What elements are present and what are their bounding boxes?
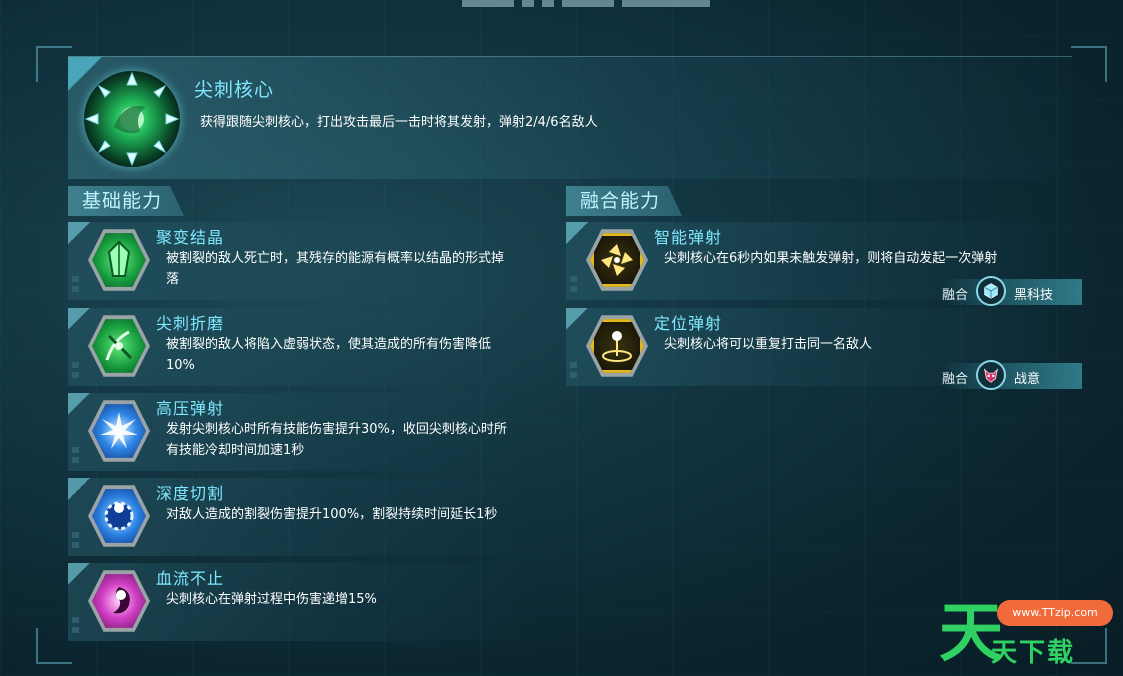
basic-abilities-label: 基础能力: [68, 186, 184, 216]
ability-icon-frame: [88, 400, 150, 462]
fusion-requirement-tag[interactable]: 融合 黑科技: [942, 276, 1082, 306]
ability-card-bleed[interactable]: 血流不止 尖刺核心在弹射过程中伤害递增15%: [68, 563, 518, 641]
ability-title: 尖刺折磨: [156, 314, 225, 333]
ability-description: 被割裂的敌人死亡时，其残存的能源有概率以结晶的形式掉落: [166, 251, 505, 287]
top-tab-bar: [462, 0, 710, 7]
ability-description: 尖刺核心将可以重复打击同一名敌人: [664, 337, 873, 352]
demon-mask-icon: [976, 360, 1006, 390]
ability-title: 血流不止: [156, 569, 225, 588]
site-watermark: 天 www.TTzip.com 天下载: [939, 596, 1119, 676]
ability-title: 深度切割: [156, 484, 225, 503]
ability-description: 发射尖刺核心时所有技能伤害提升30%，收回尖刺核心时所有技能冷却时间加速1秒: [166, 422, 507, 458]
top-tab[interactable]: [542, 0, 554, 7]
frame-corner: [36, 628, 72, 664]
top-tab[interactable]: [562, 0, 614, 7]
ability-icon-frame: [88, 229, 150, 291]
ability-icon-frame: [88, 315, 150, 377]
smart-bounce-icon: [590, 233, 644, 287]
spike-core-icon: [84, 71, 180, 167]
ability-description: 被割裂的敌人将陷入虚弱状态，使其造成的所有伤害降低10%: [166, 337, 492, 373]
decor-dots: [570, 276, 577, 292]
decor-dots: [72, 447, 79, 463]
decor-dots: [72, 617, 79, 633]
frame-corner: [1071, 46, 1107, 82]
frame-corner: [36, 46, 72, 82]
ability-icon-frame: [586, 315, 648, 377]
ability-card-crystal[interactable]: 聚变结晶 被割裂的敌人死亡时，其残存的能源有概率以结晶的形式掉落: [68, 222, 518, 300]
ability-card-deep-cut[interactable]: 深度切割 对敌人造成的割裂伤害提升100%，割裂持续时间延长1秒: [68, 478, 518, 556]
blood-vortex-icon: [92, 574, 146, 628]
ability-icon-frame: [88, 570, 150, 632]
ability-card-thorn[interactable]: 尖刺折磨 被割裂的敌人将陷入虚弱状态，使其造成的所有伤害降低10%: [68, 308, 518, 386]
decor-dots: [72, 532, 79, 548]
target-bounce-icon: [590, 319, 644, 373]
skill-description: 获得跟随尖刺核心，打出攻击最后一击时将其发射，弹射2/4/6名敌人: [200, 115, 598, 130]
thorn-vine-icon: [92, 319, 146, 373]
ability-title: 聚变结晶: [156, 228, 225, 247]
fusion-requirement-tag[interactable]: 融合 战意: [942, 360, 1082, 390]
saw-blade-icon: [92, 489, 146, 543]
ability-card-burst[interactable]: 高压弹射 发射尖刺核心时所有技能伤害提升30%，收回尖刺核心时所有技能冷却时间加…: [68, 393, 518, 471]
ability-description: 尖刺核心在弹射过程中伤害递增15%: [166, 592, 377, 607]
fusion-partner-name: 战意: [1014, 372, 1041, 387]
skill-header: 尖刺核心 获得跟随尖刺核心，打出攻击最后一击时将其发射，弹射2/4/6名敌人: [68, 56, 1072, 179]
ability-title: 高压弹射: [156, 399, 225, 418]
ability-icon-frame: [586, 229, 648, 291]
top-tab[interactable]: [622, 0, 710, 7]
top-tab[interactable]: [462, 0, 514, 7]
burst-icon: [92, 404, 146, 458]
fusion-prefix: 融合: [942, 372, 969, 387]
fusion-abilities-label: 融合能力: [566, 186, 682, 216]
fusion-prefix: 融合: [942, 288, 969, 303]
decor-dots: [570, 362, 577, 378]
ability-title: 智能弹射: [654, 228, 723, 247]
decor-dots: [72, 362, 79, 378]
top-tab[interactable]: [522, 0, 534, 7]
ability-icon-frame: [88, 485, 150, 547]
skill-title: 尖刺核心: [194, 79, 275, 101]
ability-description: 尖刺核心在6秒内如果未触发弹射，则将自动发起一次弹射: [664, 251, 998, 266]
watermark-url: www.TTzip.com: [997, 600, 1113, 626]
decor-dots: [72, 276, 79, 292]
watermark-text: 天下载: [991, 638, 1076, 668]
ability-description: 对敌人造成的割裂伤害提升100%，割裂持续时间延长1秒: [166, 507, 498, 522]
fusion-partner-name: 黑科技: [1014, 288, 1054, 303]
crystal-icon: [92, 233, 146, 287]
ability-title: 定位弹射: [654, 314, 723, 333]
cube-icon: [976, 276, 1006, 306]
